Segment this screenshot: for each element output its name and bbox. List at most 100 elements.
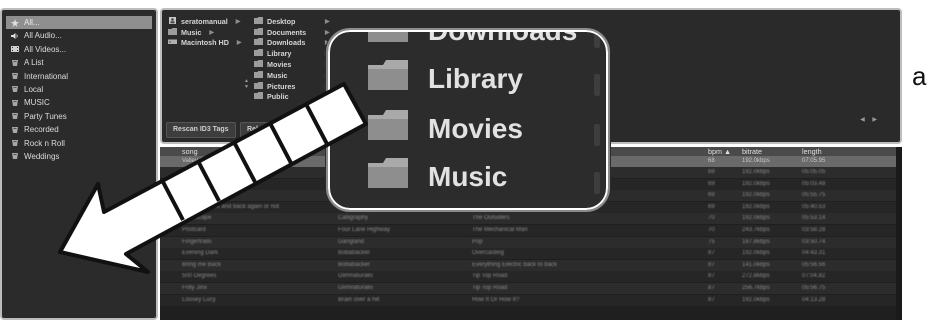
rescan-id3-button[interactable]: Rescan ID3 Tags bbox=[166, 122, 236, 138]
crate-icon bbox=[11, 72, 19, 80]
cell-bpm: 68 bbox=[708, 158, 715, 164]
folder-item[interactable]: Desktop ▶ bbox=[254, 16, 330, 27]
folder-icon bbox=[368, 158, 408, 195]
folder-label: Public bbox=[267, 92, 289, 102]
table-row[interactable]: Bring me Back Bobabacker Everything Electr… bbox=[160, 259, 902, 271]
folder-item[interactable]: Pictures▶ bbox=[254, 81, 330, 92]
column-header-song[interactable]: song bbox=[182, 147, 198, 156]
crate-item[interactable]: Weddings bbox=[6, 150, 152, 163]
folder-icon bbox=[254, 81, 263, 91]
relocate-lost-button[interactable]: Relocate Lost bbox=[240, 122, 300, 138]
cell-album: The Outsiders bbox=[472, 215, 510, 222]
column-header-bpm[interactable]: bpm ▲ bbox=[708, 147, 731, 156]
chevron-right-icon: ▶ bbox=[236, 40, 242, 47]
zoomed-folder-label: Music bbox=[428, 160, 508, 192]
folder-label: Library bbox=[267, 49, 292, 59]
zoom-callout: Downloads Library Movies Music bbox=[326, 28, 610, 212]
crate-item[interactable]: All Videos... bbox=[6, 43, 152, 56]
folder-item[interactable]: Music▶ bbox=[254, 70, 330, 81]
cell-song: Fingertrails bbox=[182, 238, 212, 245]
crate-item[interactable]: Party Tunes bbox=[6, 110, 152, 123]
folder-item[interactable]: Library▶ bbox=[254, 48, 330, 59]
cell-bpm: 87 bbox=[708, 261, 715, 268]
cell-bitrate: 272.8kbps bbox=[742, 273, 770, 280]
cell-length: 07:04.82 bbox=[802, 273, 826, 280]
crate-label: All Videos... bbox=[24, 44, 67, 54]
crate-item[interactable]: Rock n Roll bbox=[6, 137, 152, 150]
cell-bitrate: 192.0kbps bbox=[742, 180, 770, 187]
cell-bitrate: 192.0kbps bbox=[742, 250, 770, 257]
folder-icon bbox=[168, 27, 177, 37]
column-header-bitrate[interactable]: bitrate bbox=[742, 147, 762, 156]
cell-bpm: 69 bbox=[708, 192, 715, 199]
table-row[interactable]: Evening Dark Bobabacker Overcasting 87 192.0… bbox=[160, 248, 902, 260]
chevron-right-icon: ▶ bbox=[209, 29, 214, 36]
cell-artist: Glimnaturalis bbox=[338, 285, 374, 291]
cell-album: Overcasting bbox=[472, 250, 505, 257]
cell-artist: Bobabacker bbox=[338, 250, 371, 257]
crate-item[interactable]: Recorded bbox=[6, 123, 152, 136]
crate-item[interactable]: MUSIC bbox=[6, 96, 152, 109]
user-icon bbox=[168, 16, 177, 26]
location-label: seratomanual bbox=[181, 16, 228, 26]
folder-item[interactable]: Movies▶ bbox=[254, 59, 330, 70]
table-row[interactable]: Postcard Four Lane Highway The Mechanical … bbox=[160, 225, 902, 236]
crate-item[interactable]: International bbox=[6, 70, 152, 83]
browser-pager[interactable]: ◀ ▶ bbox=[860, 116, 880, 123]
location-item[interactable]: seratomanual ▶ bbox=[168, 16, 242, 27]
folder-icon bbox=[254, 16, 263, 26]
cell-song: Postcard bbox=[182, 227, 206, 233]
drive-icon bbox=[168, 38, 177, 47]
crate-label: Rock n Roll bbox=[24, 138, 65, 148]
cell-artist: Four Lane Highway bbox=[338, 227, 391, 233]
zoomed-folder-label: Downloads bbox=[428, 30, 578, 46]
cell-bitrate: 192.0kbps bbox=[742, 296, 770, 303]
column-header-length[interactable]: length bbox=[802, 147, 822, 156]
cell-album: Tip Top Road bbox=[472, 285, 508, 291]
table-scrollbar[interactable] bbox=[896, 147, 902, 320]
cell-length: 05:53.14 bbox=[802, 215, 826, 222]
crate-item[interactable]: All... bbox=[6, 16, 152, 29]
cell-bpm: 75 bbox=[708, 238, 715, 245]
cell-song: No Escape bbox=[182, 215, 212, 222]
cell-bitrate: 187.8kbps bbox=[742, 238, 770, 245]
table-row[interactable]: No Escape Calligraphy The Outsiders 70 192.0… bbox=[160, 213, 902, 225]
table-row[interactable]: 500 Degrees Glimnaturalis Tip Top Road 87 27… bbox=[160, 271, 902, 283]
folder-icon bbox=[254, 92, 263, 101]
folder-column: Desktop ▶ Documents ▶ Downloads▶Library▶Movi… bbox=[254, 16, 330, 102]
cell-length: 03:58.28 bbox=[802, 227, 826, 233]
table-row[interactable]: Loosey Lucy Brain over a hill How It Or Ho… bbox=[160, 294, 902, 306]
cell-artist: Bobabacker bbox=[338, 261, 371, 268]
location-item[interactable]: Macintosh HD ▶ bbox=[168, 38, 242, 49]
zoomed-arrow-indicator bbox=[594, 74, 600, 96]
crate-label: Local bbox=[24, 84, 44, 94]
cell-bitrate: 243.7kbps bbox=[742, 227, 770, 233]
cell-length: 05:56.56 bbox=[802, 261, 826, 268]
crate-icon bbox=[11, 85, 19, 93]
cell-length: 05:55.75 bbox=[802, 192, 826, 199]
crates-sidebar: All... All Audio... All Videos... A List Int… bbox=[0, 8, 158, 320]
folder-scroll-arrows[interactable]: ▲ ▼ bbox=[244, 78, 250, 96]
cell-length: 05:05.05 bbox=[802, 169, 826, 175]
crate-icon bbox=[11, 112, 19, 120]
folder-item[interactable]: Downloads ▶ bbox=[254, 38, 330, 49]
crate-label: All Audio... bbox=[24, 31, 62, 41]
folder-icon bbox=[254, 60, 263, 69]
folder-item[interactable]: Documents ▶ bbox=[254, 27, 330, 38]
chevron-right-icon: ▶ bbox=[325, 29, 330, 36]
location-item[interactable]: Music ▶ bbox=[168, 27, 242, 38]
cell-bpm: 69 bbox=[708, 203, 715, 210]
cell-album: Pop bbox=[472, 238, 483, 245]
table-row[interactable]: Fingertrails Gangland Pop 75 187.8kbps 03:50.… bbox=[160, 236, 902, 248]
cell-song: 500 Degrees bbox=[182, 273, 217, 280]
cell-song: Valley Of... bbox=[182, 158, 211, 164]
crate-item[interactable]: A List bbox=[6, 56, 152, 69]
table-row[interactable]: Frilly Jinx Glimnaturalis Tip Top Road 87 25… bbox=[160, 283, 902, 294]
cell-length: 04:13.28 bbox=[802, 296, 826, 303]
crate-item[interactable]: Local bbox=[6, 83, 152, 96]
chevron-right-icon: ▶ bbox=[325, 18, 330, 25]
crate-item[interactable]: All Audio... bbox=[6, 29, 152, 42]
crate-label: Weddings bbox=[24, 151, 60, 161]
folder-item[interactable]: Public▶ bbox=[254, 92, 330, 103]
cell-length: 04:43.31 bbox=[802, 250, 826, 257]
